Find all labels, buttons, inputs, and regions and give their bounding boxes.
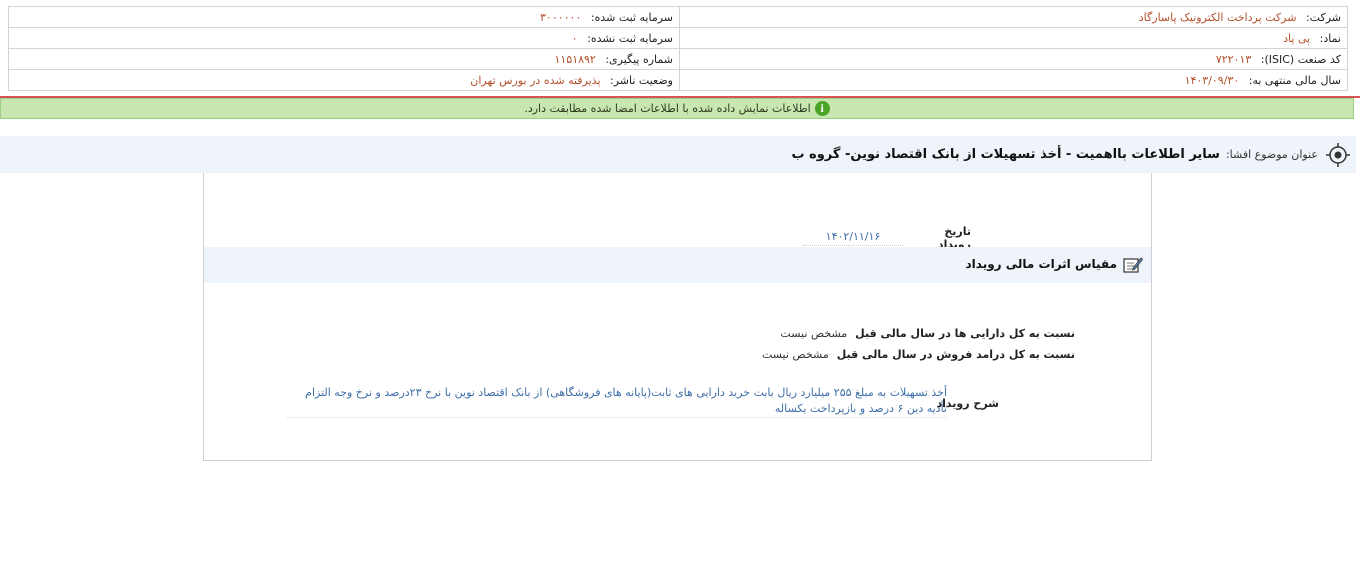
fiscal-year-label: سال مالی منتهی به:: [1248, 73, 1341, 87]
section-title: مقیاس اثرات مالی رویداد: [965, 257, 1117, 271]
isic-cell: کد صنعت (ISIC): ۷۲۲۰۱۳: [679, 48, 1348, 70]
ratio-row-revenue: نسبت به کل درامد فروش در سال مالی قبل مش…: [762, 348, 1075, 361]
info-icon: i: [814, 101, 830, 116]
signature-match-notice: i اطلاعات نمایش داده شده با اطلاعات امضا…: [0, 98, 1354, 119]
title-label: عنوان موضوع افشا:: [1225, 148, 1318, 161]
tracking-cell: شماره پیگیری: ۱۱۵۱۸۹۲: [8, 48, 680, 70]
company-info-table: شرکت: شرکت پرداخت الکترونیک پاسارگاد سرم…: [8, 6, 1348, 91]
symbol-cell: نماد: پی پاد: [679, 27, 1348, 49]
unregistered-capital-value: ۰: [571, 31, 578, 45]
fiscal-year-cell: سال مالی منتهی به: ۱۴۰۳/۰۹/۳۰: [679, 69, 1348, 91]
tracking-value: ۱۱۵۱۸۹۲: [554, 52, 596, 66]
ratio-value: مشخص نیست: [780, 327, 848, 340]
ratio-label: نسبت به کل درامد فروش در سال مالی قبل: [836, 348, 1075, 361]
symbol-row: نماد: پی پاد سرمایه ثبت نشده: ۰: [8, 27, 1348, 49]
symbol-value[interactable]: پی پاد: [1283, 32, 1310, 45]
tracking-label: شماره پیگیری:: [605, 52, 673, 66]
isic-label: کد صنعت (ISIC):: [1260, 52, 1341, 66]
notice-text: اطلاعات نمایش داده شده با اطلاعات امضا ش…: [524, 102, 811, 115]
ratio-row-assets: نسبت به کل دارایی ها در سال مالی قبل مشخ…: [780, 327, 1075, 340]
registered-capital-cell: سرمایه ثبت شده: ۳۰۰۰۰۰۰: [8, 6, 680, 28]
ratio-value: مشخص نیست: [761, 348, 829, 361]
symbol-label: نماد:: [1319, 31, 1341, 45]
target-icon: [1326, 143, 1350, 167]
event-description-value: أخذ تسهیلات به مبلغ ۲۵۵ میلیارد ریال باب…: [287, 385, 947, 418]
financial-effects-header: مقیاس اثرات مالی رویداد: [204, 247, 1151, 283]
disclosure-title-bar: عنوان موضوع افشا: سایر اطلاعات بااهمیت -…: [0, 136, 1356, 173]
isic-row: کد صنعت (ISIC): ۷۲۲۰۱۳ شماره پیگیری: ۱۱۵…: [8, 48, 1348, 70]
registered-capital-label: سرمایه ثبت شده:: [590, 10, 673, 24]
event-panel: تاریخ رویداد ۱۴۰۲/۱۱/۱۶ مقیاس اثرات مالی…: [203, 173, 1152, 461]
company-label: شرکت:: [1305, 10, 1341, 24]
registered-capital-value: ۳۰۰۰۰۰۰: [540, 10, 582, 24]
ratio-label: نسبت به کل دارایی ها در سال مالی قبل: [855, 327, 1075, 340]
publisher-status-label: وضعیت ناشر:: [610, 73, 673, 87]
publisher-status-cell: وضعیت ناشر: پذیرفته شده در بورس تهران: [8, 69, 680, 91]
title-wrap: عنوان موضوع افشا: سایر اطلاعات بااهمیت -…: [791, 136, 1318, 173]
publisher-status-value: پذیرفته شده در بورس تهران: [470, 73, 601, 87]
unregistered-capital-label: سرمایه ثبت نشده:: [587, 31, 673, 45]
edit-note-icon: [1123, 257, 1143, 273]
page-title: سایر اطلاعات بااهمیت - أخذ تسهیلات از با…: [791, 147, 1220, 162]
company-row: شرکت: شرکت پرداخت الکترونیک پاسارگاد سرم…: [8, 6, 1348, 28]
company-cell: شرکت: شرکت پرداخت الکترونیک پاسارگاد: [679, 6, 1348, 28]
unregistered-capital-cell: سرمایه ثبت نشده: ۰: [8, 27, 680, 49]
fiscal-year-value: ۱۴۰۳/۰۹/۳۰: [1184, 73, 1240, 87]
isic-value: ۷۲۲۰۱۳: [1215, 52, 1252, 66]
fiscal-row: سال مالی منتهی به: ۱۴۰۳/۰۹/۳۰ وضعیت ناشر…: [8, 69, 1348, 91]
company-value: شرکت پرداخت الکترونیک پاسارگاد: [1138, 10, 1297, 24]
event-date-value: ۱۴۰۲/۱۱/۱۶: [803, 230, 903, 246]
